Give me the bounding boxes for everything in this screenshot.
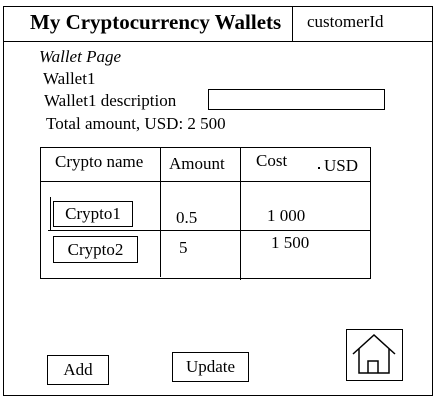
crypto-row-button-2[interactable]: Crypto2 xyxy=(53,236,138,263)
table-column-divider xyxy=(240,147,241,280)
column-header-currency: USD xyxy=(324,156,359,175)
wallet-description-label: Wallet1 description xyxy=(44,91,177,110)
wallet-description-input[interactable] xyxy=(208,89,385,110)
header-dot xyxy=(318,167,320,169)
header-separator xyxy=(292,6,293,42)
header-divider xyxy=(4,41,432,42)
update-button[interactable]: Update xyxy=(172,352,249,382)
add-button[interactable]: Add xyxy=(47,355,109,385)
home-button[interactable] xyxy=(346,329,403,381)
row-bracket xyxy=(50,197,52,230)
wallet-name: Wallet1 xyxy=(43,69,96,88)
row-2-amount: 5 xyxy=(179,238,188,257)
total-amount: Total amount, USD: 2 500 xyxy=(46,114,226,134)
home-icon xyxy=(352,333,396,374)
total-amount-label: Total amount, USD: xyxy=(46,114,184,133)
table-row-divider xyxy=(48,230,371,231)
crypto-row-button-1[interactable]: Crypto1 xyxy=(53,201,133,227)
page-label: Wallet Page xyxy=(39,47,121,66)
table-header-divider xyxy=(40,181,371,182)
row-1-amount: 0.5 xyxy=(176,208,198,227)
total-amount-value: 2 500 xyxy=(187,114,226,133)
app-title: My Cryptocurrency Wallets xyxy=(30,10,282,34)
customer-id[interactable]: customerId xyxy=(307,12,383,32)
column-header-cost: Cost xyxy=(256,151,288,170)
table-column-divider xyxy=(160,147,161,277)
row-2-cost: 1 500 xyxy=(271,233,310,252)
row-1-cost: 1 000 xyxy=(267,206,306,225)
column-header-crypto-name: Crypto name xyxy=(55,152,144,171)
column-header-amount: Amount xyxy=(169,154,225,173)
